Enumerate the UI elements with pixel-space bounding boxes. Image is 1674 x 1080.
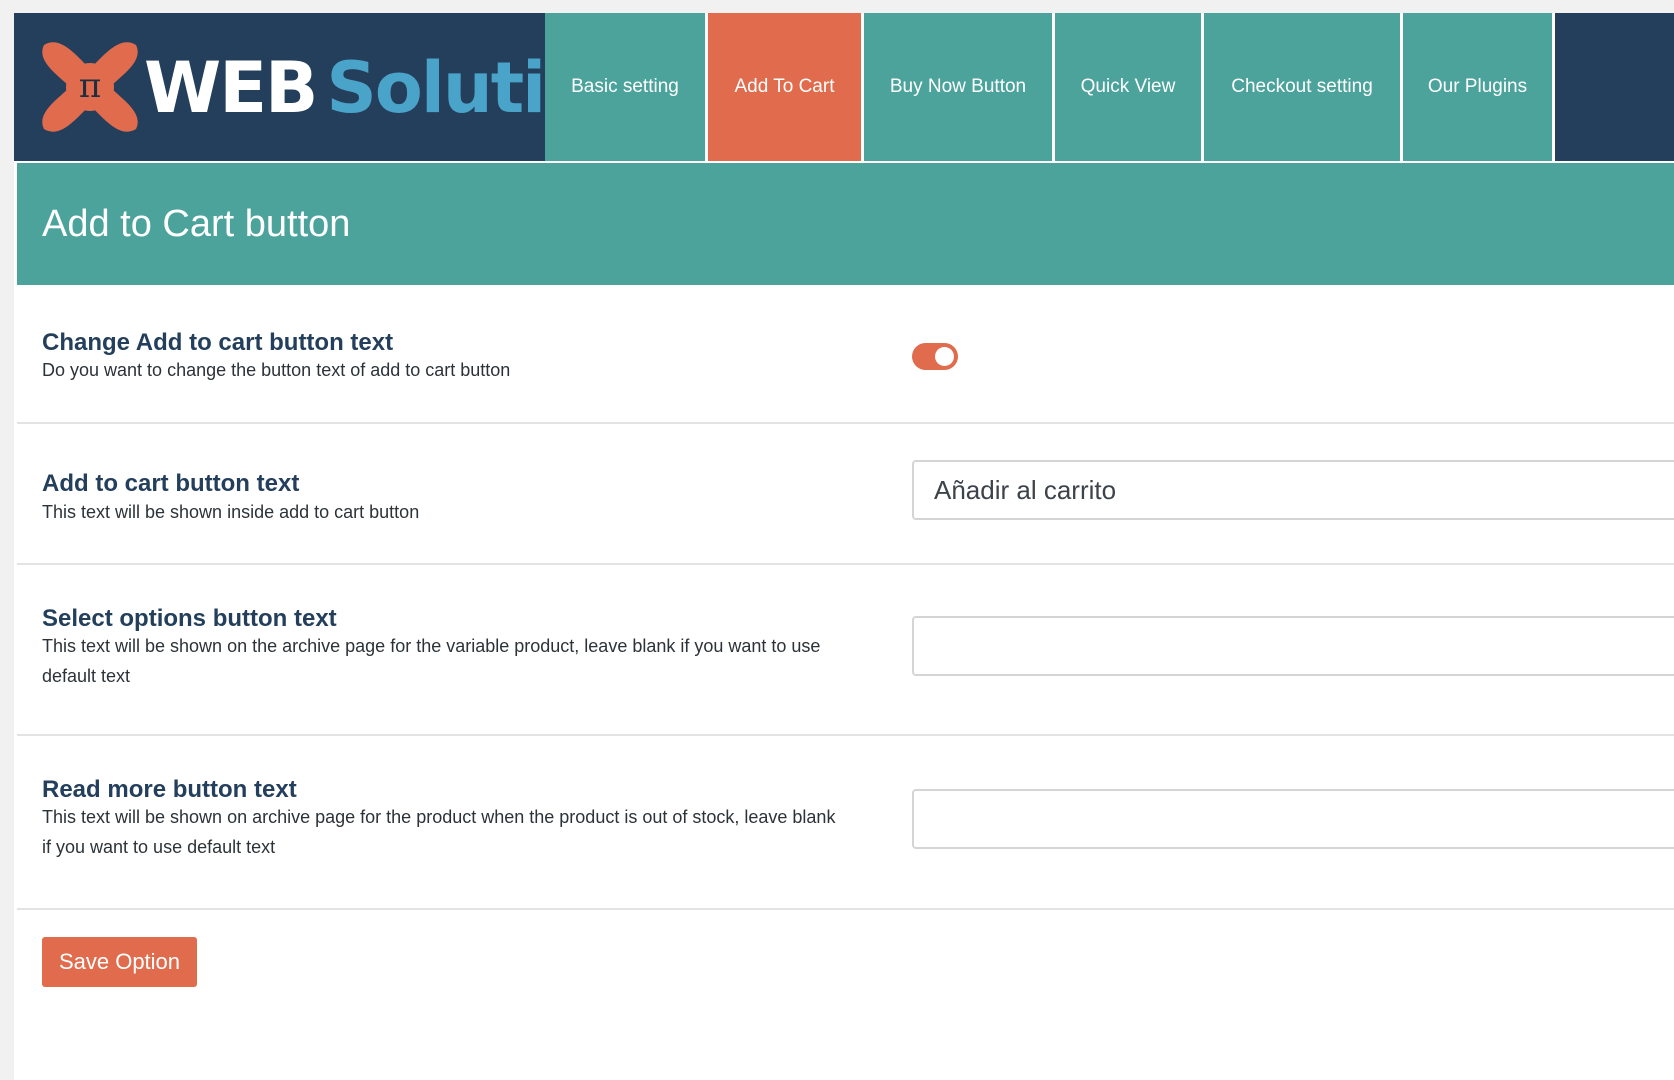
setting-row-select-options-text: Select options button text This text wil… <box>17 565 1674 736</box>
brand-logo: π WEB Solution <box>14 13 640 161</box>
plugin-header: π WEB Solution Basic setting Add To Cart … <box>14 13 1674 161</box>
tab-buy-now-button[interactable]: Buy Now Button <box>864 13 1055 161</box>
setting-label: Select options button text <box>42 605 337 632</box>
pi-symbol: π <box>79 66 101 106</box>
setting-label: Change Add to cart button text <box>42 329 394 356</box>
page-title: Add to Cart button <box>42 203 351 245</box>
setting-row-change-text: Change Add to cart button text Do you wa… <box>17 285 1674 424</box>
save-option-button[interactable]: Save Option <box>42 937 197 987</box>
setting-row-add-to-cart-text: Add to cart button text This text will b… <box>17 424 1674 565</box>
tab-basic-setting[interactable]: Basic setting <box>545 13 708 161</box>
setting-label: Add to cart button text <box>42 470 300 497</box>
setting-description: This text will be shown on the archive p… <box>42 636 821 686</box>
tab-add-to-cart[interactable]: Add To Cart <box>708 13 864 161</box>
section-banner: Add to Cart button <box>17 163 1674 285</box>
change-text-toggle[interactable] <box>912 343 958 370</box>
brand-word-web: WEB <box>144 47 318 129</box>
setting-description: This text will be shown inside add to ca… <box>42 502 420 522</box>
pi-x-logo-icon: π <box>42 42 138 132</box>
tab-quick-view[interactable]: Quick View <box>1055 13 1204 161</box>
settings-page: π WEB Solution Basic setting Add To Cart … <box>14 13 1674 1080</box>
setting-label: Read more button text <box>42 776 297 803</box>
setting-description: This text will be shown on archive page … <box>42 807 836 857</box>
tab-checkout-setting[interactable]: Checkout setting <box>1204 13 1403 161</box>
select-options-text-input[interactable] <box>912 616 1674 676</box>
setting-row-read-more-text: Read more button text This text will be … <box>17 736 1674 910</box>
setting-description: Do you want to change the button text of… <box>42 360 511 380</box>
settings-tabs: Basic setting Add To Cart Buy Now Button… <box>545 13 1555 161</box>
read-more-text-input[interactable] <box>912 789 1674 849</box>
toggle-knob <box>935 347 954 366</box>
add-to-cart-text-input[interactable] <box>912 460 1674 520</box>
tab-our-plugins[interactable]: Our Plugins <box>1403 13 1555 161</box>
